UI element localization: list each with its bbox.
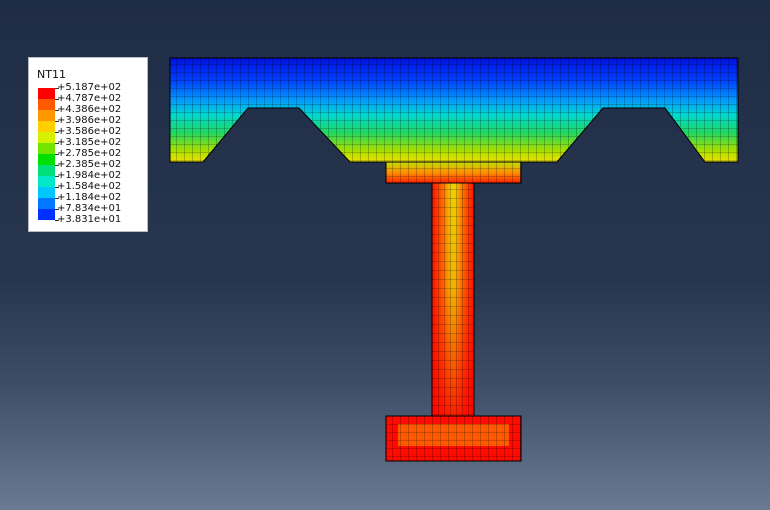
legend-label: +1.984e+02: [57, 170, 122, 181]
legend-label: +2.785e+02: [57, 148, 122, 159]
legend-swatch: [38, 110, 55, 121]
legend-label: +3.986e+02: [57, 115, 122, 126]
beam-bottom-flange: [385, 415, 522, 462]
legend-swatch: [38, 143, 55, 154]
legend-swatch: [38, 198, 55, 209]
legend-label: +1.184e+02: [57, 192, 122, 203]
legend-swatch: [38, 176, 55, 187]
legend-title: NT11: [37, 68, 66, 81]
legend-swatch: [38, 209, 55, 220]
legend-label: +7.834e+01: [57, 203, 122, 214]
legend-label: +1.584e+02: [57, 181, 122, 192]
legend-swatch: [38, 132, 55, 143]
legend-swatch: [38, 187, 55, 198]
legend-label: +2.385e+02: [57, 159, 122, 170]
legend-swatch: [38, 88, 55, 99]
legend-swatch: [38, 154, 55, 165]
legend-swatch: [38, 99, 55, 110]
contour-legend: NT11 +5.187e+02 +4.787e+02 +4.386e+02 +3.98…: [28, 57, 148, 232]
legend-label: +4.386e+02: [57, 104, 122, 115]
beam-web: [431, 182, 475, 417]
legend-swatch: [38, 165, 55, 176]
legend-label: +4.787e+02: [57, 93, 122, 104]
legend-label: +5.187e+02: [57, 82, 122, 93]
legend-label: +3.185e+02: [57, 137, 122, 148]
beam-top-flange: [385, 161, 522, 184]
legend-label: +3.586e+02: [57, 126, 122, 137]
legend-swatch: [38, 121, 55, 132]
deck-slab: [170, 58, 738, 162]
legend-label: +3.831e+01: [57, 214, 122, 225]
